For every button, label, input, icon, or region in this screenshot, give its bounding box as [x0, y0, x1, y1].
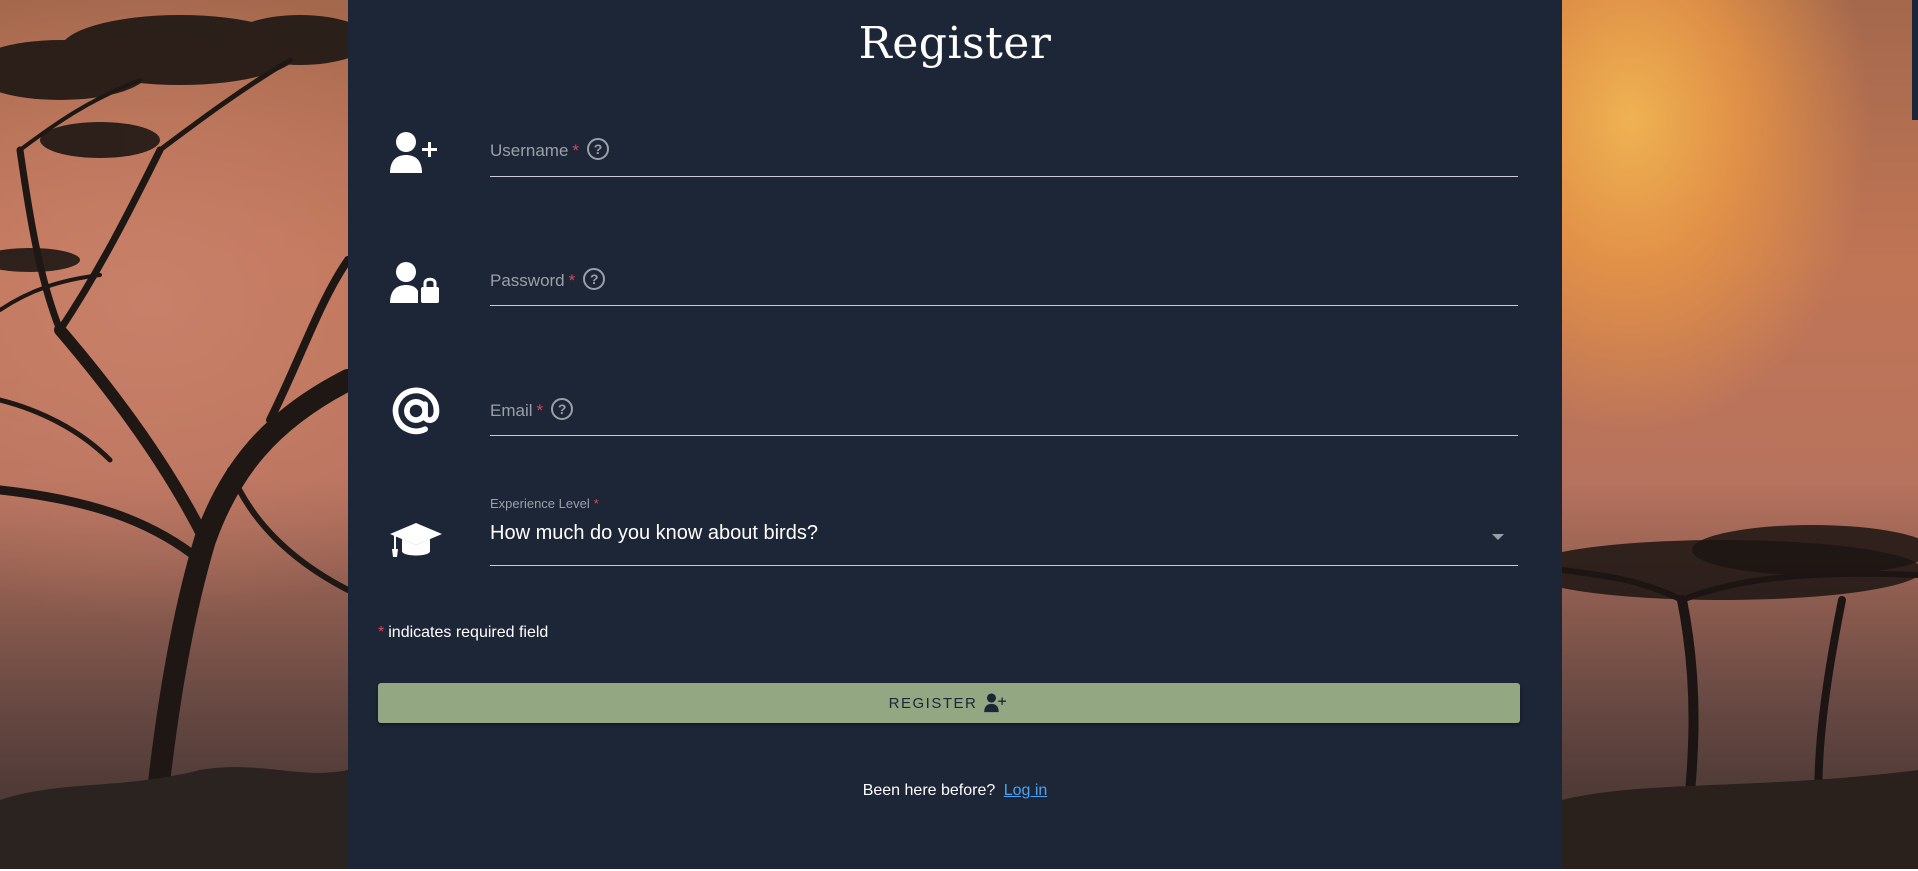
page-title: Register — [858, 18, 1052, 69]
login-prompt: Been here before? Log in — [348, 782, 1562, 800]
question-circle-icon[interactable]: ? — [587, 138, 610, 160]
user-plus-icon — [984, 693, 1007, 713]
required-asterisk: * — [572, 141, 580, 160]
email-field[interactable]: Email *? — [390, 382, 1518, 462]
required-field-note: * indicates required field — [378, 624, 549, 641]
login-link[interactable]: Log in — [1004, 782, 1048, 799]
email-label: Email *? — [490, 398, 574, 421]
required-asterisk: * — [568, 271, 576, 290]
experience-level-select[interactable]: Experience Level * How much do you know a… — [390, 496, 1518, 576]
graduation-cap-icon — [390, 523, 442, 557]
required-asterisk: * — [593, 496, 599, 511]
experience-level-label: Experience Level * — [490, 496, 599, 511]
acacia-tree-silhouette-right — [1562, 525, 1918, 869]
experience-level-value[interactable]: How much do you know about birds? — [490, 522, 818, 545]
username-field[interactable]: Username *? — [390, 122, 1518, 202]
required-asterisk: * — [536, 401, 544, 420]
question-circle-icon[interactable]: ? — [551, 398, 574, 420]
username-label: Username *? — [490, 138, 610, 161]
email-underline — [490, 435, 1518, 436]
page-scrollbar[interactable] — [1912, 0, 1918, 120]
required-asterisk: * — [378, 624, 385, 641]
password-field[interactable]: Password *? — [390, 252, 1518, 332]
user-lock-icon — [390, 262, 439, 303]
question-circle-icon[interactable]: ? — [583, 268, 606, 290]
register-button[interactable]: REGISTER — [378, 683, 1520, 723]
at-sign-icon — [392, 387, 440, 435]
chevron-down-icon[interactable] — [1492, 534, 1504, 540]
login-prompt-text: Been here before? — [862, 782, 996, 799]
experience-underline — [490, 565, 1518, 566]
register-button-label: REGISTER — [888, 694, 978, 712]
password-label: Password *? — [490, 268, 606, 291]
username-underline — [490, 176, 1518, 177]
register-panel: Register Username *? Password *? Email *? — [348, 0, 1562, 869]
password-underline — [490, 305, 1518, 306]
acacia-tree-silhouette-left — [0, 15, 348, 869]
user-plus-icon — [390, 132, 437, 173]
